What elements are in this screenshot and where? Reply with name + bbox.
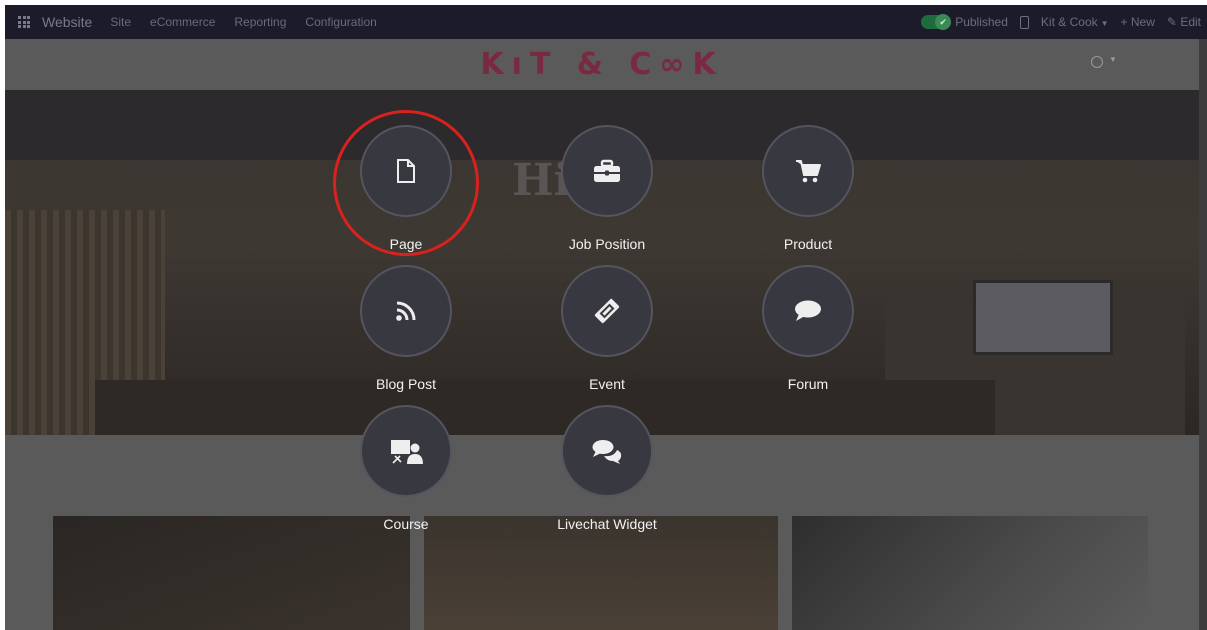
cart-icon — [796, 160, 821, 183]
comments-icon — [592, 440, 622, 464]
option-event[interactable]: Event — [517, 265, 697, 392]
file-icon — [397, 159, 415, 183]
briefcase-icon — [594, 159, 620, 182]
option-livechat-widget[interactable]: Livechat Widget — [517, 405, 697, 532]
forum-button[interactable] — [762, 265, 854, 357]
option-course[interactable]: Course — [316, 405, 496, 532]
new-content-dialog: Page Job Position Product Blog Post Even… — [0, 0, 1207, 630]
rss-icon — [396, 301, 416, 321]
blog-post-button[interactable] — [360, 265, 452, 357]
option-label: Page — [389, 236, 423, 252]
option-label: Forum — [787, 376, 829, 392]
option-label: Event — [589, 376, 625, 392]
livechat-widget-button[interactable] — [561, 405, 653, 497]
course-icon — [391, 440, 423, 464]
option-label: Blog Post — [376, 376, 436, 392]
comment-icon — [795, 300, 821, 321]
option-blog-post[interactable]: Blog Post — [316, 265, 496, 392]
option-product[interactable]: Product — [718, 125, 898, 252]
option-page[interactable]: Page — [316, 125, 496, 252]
option-label: Product — [783, 236, 833, 252]
option-label: Livechat Widget — [557, 516, 657, 532]
event-button[interactable] — [561, 265, 653, 357]
ticket-icon — [594, 298, 620, 324]
product-button[interactable] — [762, 125, 854, 217]
job-position-button[interactable] — [561, 125, 653, 217]
option-job-position[interactable]: Job Position — [517, 125, 697, 252]
course-button[interactable] — [360, 405, 452, 497]
page-button[interactable] — [360, 125, 452, 217]
option-label: Job Position — [568, 236, 646, 252]
option-forum[interactable]: Forum — [718, 265, 898, 392]
option-label: Course — [383, 516, 429, 532]
